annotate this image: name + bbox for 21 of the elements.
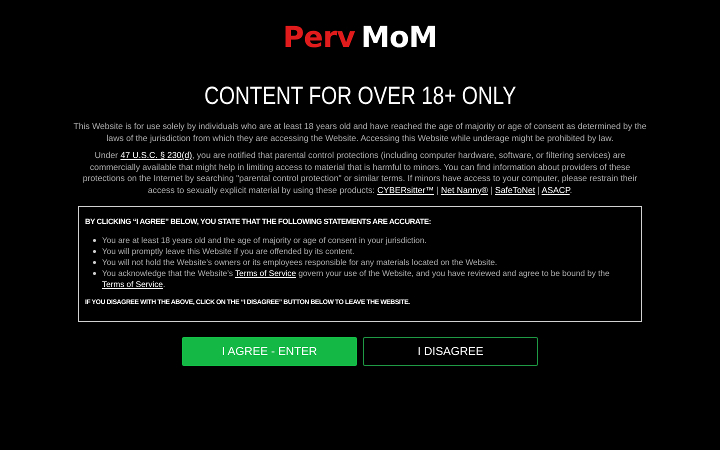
statement-text: You will promptly leave this Website if you are offended by its content. xyxy=(102,246,356,257)
disclaimer-paragraph: Under 47 U.S.C. § 230(d), you are notified that parental control protections (including computer hardware, software, or filtering services) are commercially available that might help in limiting access to material that is harmful to minors. You can find information about providers of these protections on the Internet by searching "parental control protection" or similar terms. If minors have access to your computer, please restrain their access to sexually explicit material by using these products: CYBERsitter™ | Net Nanny® | SafeToNet | ASACP. xyxy=(82,150,638,196)
link[interactable]: Net Nanny® xyxy=(441,184,488,194)
link[interactable]: Terms of Service xyxy=(235,269,296,278)
bullet-icon xyxy=(93,261,96,264)
logo-text: Perv xyxy=(282,20,355,54)
bullet-icon xyxy=(93,272,96,275)
statement-text: You are at least 18 years old and the age of majority or age of consent in your jurisdiction. xyxy=(102,235,428,246)
link[interactable]: SafeToNet xyxy=(494,184,536,194)
bullet-icon xyxy=(93,239,96,242)
bullet-icon xyxy=(93,250,96,253)
link[interactable]: 47 U.S.C. § 230(d) xyxy=(120,150,192,160)
logo-text: MoM xyxy=(361,20,438,54)
disclaimer-paragraph: This Website is for use solely by individuals who are at least 18 years old and have reached the age of majority or age of consent as determined by the laws of the jurisdiction from which they are accessing the Website. Accessing this Website while underage might be prohibited by law. xyxy=(72,121,648,144)
link[interactable]: ASACP xyxy=(542,184,570,194)
link[interactable]: CYBERsitter™ xyxy=(377,184,434,194)
statement-text: You will not hold the Website’s owners or its employees responsible for any materials located on the Website. xyxy=(102,257,498,268)
link[interactable]: Terms of Service xyxy=(102,280,163,289)
statement-text: You acknowledge that the Website’s Terms of Service govern your use of the Website, and you have reviewed and agree to be bound by the Terms of Service. xyxy=(102,268,611,290)
page-heading: CONTENT FOR OVER 18+ ONLY xyxy=(204,81,516,111)
disagree-button[interactable]: I DISAGREE xyxy=(363,337,538,366)
